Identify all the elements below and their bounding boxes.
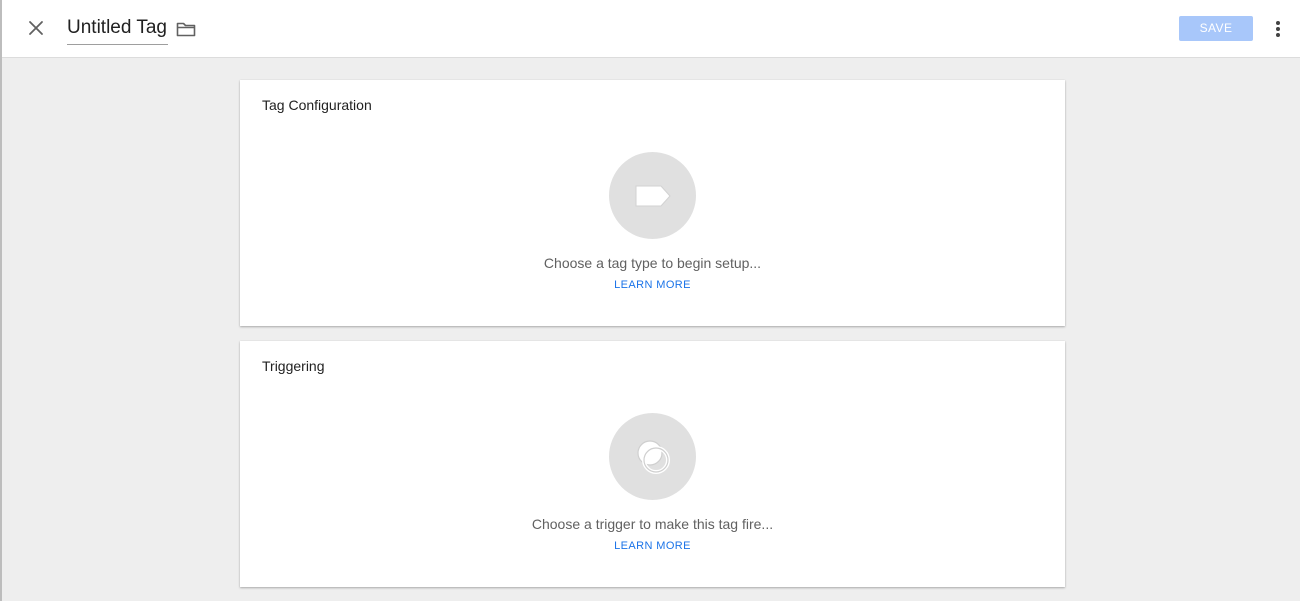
triggering-title: Triggering bbox=[262, 358, 325, 374]
close-icon bbox=[29, 21, 43, 35]
more-options-button[interactable] bbox=[1268, 16, 1288, 42]
folder-icon bbox=[176, 22, 196, 37]
triggering-learn-more-link[interactable]: LEARN MORE bbox=[614, 540, 691, 552]
trigger-icon bbox=[636, 439, 670, 474]
tag-configuration-card: Tag Configuration Choose a tag type to b… bbox=[240, 80, 1065, 326]
triggering-card: Triggering Choose a trigger to make this… bbox=[240, 341, 1065, 587]
tag-icon bbox=[635, 185, 671, 206]
choose-tag-type-button[interactable] bbox=[609, 152, 696, 239]
close-button[interactable] bbox=[22, 14, 50, 42]
folder-button[interactable] bbox=[174, 18, 198, 40]
trigger-hint: Choose a trigger to make this tag fire..… bbox=[531, 516, 774, 532]
tag-type-hint: Choose a tag type to begin setup... bbox=[543, 255, 762, 271]
more-vert-icon bbox=[1276, 21, 1280, 37]
window-left-edge bbox=[0, 0, 2, 601]
tag-editor-header: Untitled Tag SAVE bbox=[2, 0, 1300, 58]
tag-configuration-learn-more-link[interactable]: LEARN MORE bbox=[614, 279, 691, 291]
save-button[interactable]: SAVE bbox=[1179, 16, 1253, 41]
tag-configuration-title: Tag Configuration bbox=[262, 97, 372, 113]
choose-trigger-button[interactable] bbox=[609, 413, 696, 500]
page-title: Untitled Tag bbox=[67, 17, 167, 38]
tag-name-field[interactable]: Untitled Tag bbox=[67, 14, 168, 45]
